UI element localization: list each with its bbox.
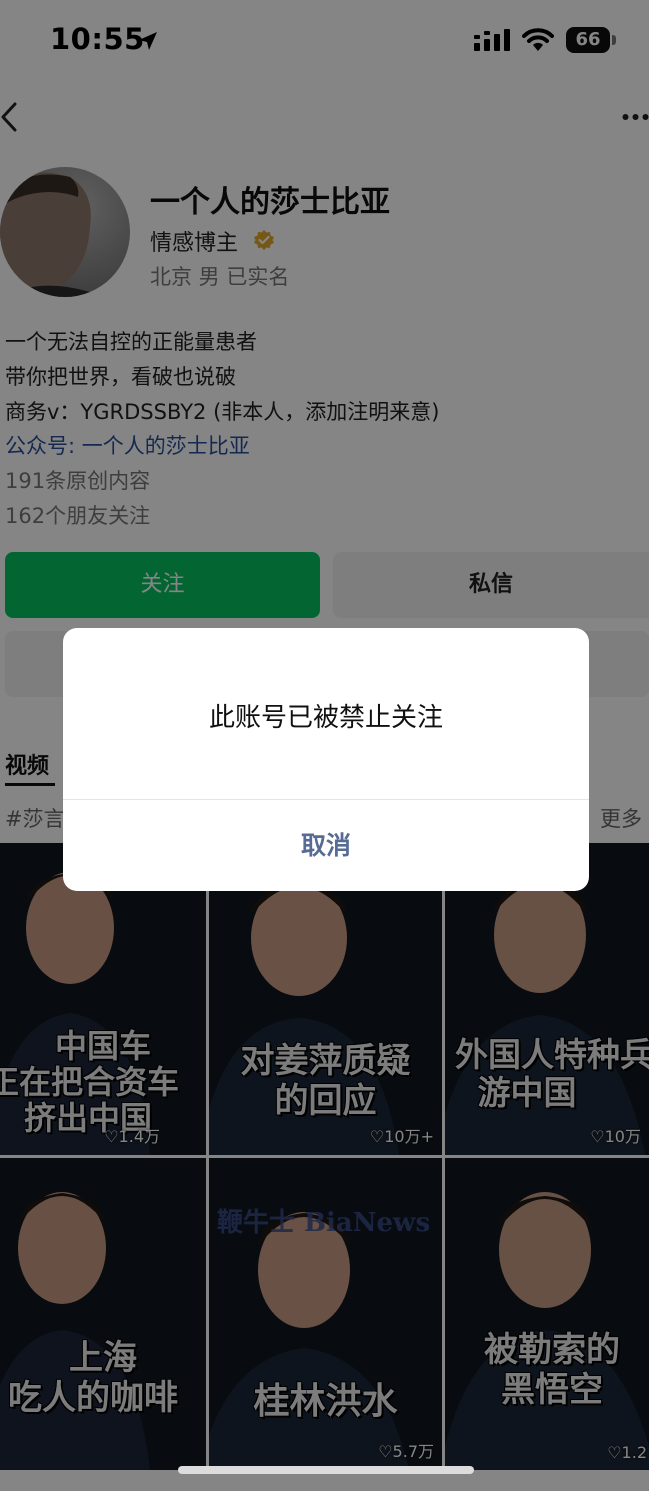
alert-dialog: 此账号已被禁止关注 取消	[63, 628, 589, 891]
home-indicator	[178, 1466, 474, 1474]
profile-screen: 10:55 66 一个人的莎士比亚 情感博主 北京 男 已实名 一个无法自控的正…	[0, 0, 649, 1491]
dialog-cancel-button[interactable]: 取消	[63, 800, 589, 891]
dialog-message: 此账号已被禁止关注	[208, 703, 443, 733]
